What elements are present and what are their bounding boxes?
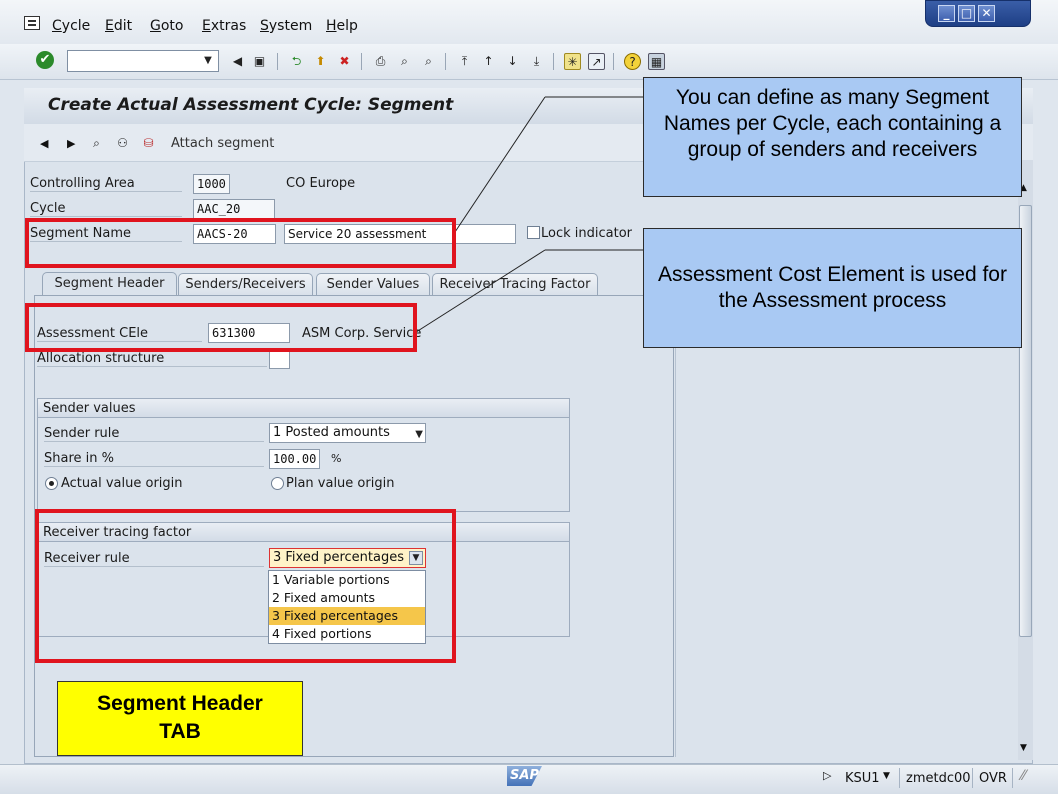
standard-toolbar: ✔ ▼ ◀ ▣ ⮌ ⬆ ✖ ⎙ ⌕ ⌕ ⤒ ↑ ↓ ⤓ ✳ ↗ ? ▦ (0, 44, 1058, 80)
status-transaction: KSU1 (845, 771, 880, 786)
tab-sender-values[interactable]: Sender Values (316, 273, 430, 295)
menu-goto[interactable]: Goto (150, 18, 183, 34)
toolbar-separator (361, 53, 362, 70)
segment-names-callout: You can define as many Segment Names per… (643, 77, 1022, 197)
sender-rule-value: 1 Posted amounts (273, 425, 390, 440)
tab-receiver-tracing-factor[interactable]: Receiver Tracing Factor (432, 273, 598, 295)
plan-value-origin-label: Plan value origin (286, 476, 395, 491)
binoculars-icon[interactable]: ⌕ (88, 135, 105, 151)
allocation-structure-field[interactable] (269, 349, 290, 369)
receiver-tracing-highlight (35, 509, 456, 663)
menu-edit[interactable]: Edit (105, 18, 132, 34)
toolbar-separator (277, 53, 278, 70)
menu-cycle[interactable]: Cycle (52, 18, 90, 34)
sender-values-title: Sender values (38, 399, 569, 418)
controlling-area-text: CO Europe (286, 176, 356, 191)
segment-header-tab-callout: Segment Header TAB (57, 681, 303, 756)
first-page-icon[interactable]: ⤒ (456, 53, 473, 70)
previous-segment-icon[interactable]: ◀ (40, 137, 48, 150)
plan-value-origin-radio[interactable] (271, 477, 284, 490)
attach-segment-button[interactable]: Attach segment (171, 136, 274, 151)
find-next-icon[interactable]: ⌕ (420, 53, 437, 70)
status-separator (899, 768, 900, 788)
find-icon[interactable]: ⌕ (396, 53, 413, 70)
page-title: Create Actual Assessment Cycle: Segment (48, 95, 454, 115)
controlling-area-field[interactable]: 1000 (193, 174, 230, 194)
menu-help[interactable]: Help (326, 18, 358, 34)
resize-grip-icon: ⁄⁄ (1021, 768, 1026, 784)
window-controls: _ □ ✕ (925, 0, 1031, 27)
back-arrow-icon[interactable]: ◀ (229, 53, 246, 70)
actual-value-origin-label: Actual value origin (61, 476, 183, 491)
segment-name-highlight (25, 218, 456, 268)
controlling-area-label: Controlling Area (30, 176, 182, 192)
next-segment-icon[interactable]: ▶ (67, 137, 75, 150)
sender-rule-dropdown[interactable]: 1 Posted amounts ▼ (269, 423, 426, 443)
scroll-down-icon[interactable]: ▼ (1020, 743, 1027, 753)
previous-page-icon[interactable]: ↑ (480, 53, 497, 70)
actual-value-origin-radio[interactable] (45, 477, 58, 490)
minimize-button[interactable]: _ (938, 5, 955, 22)
status-dropdown-icon[interactable]: ▼ (883, 771, 890, 781)
cycle-label: Cycle (30, 201, 182, 217)
sender-rule-label: Sender rule (44, 426, 264, 442)
tab-segment-header[interactable]: Segment Header (42, 272, 177, 296)
lock-indicator-checkbox[interactable] (527, 226, 540, 239)
share-unit: % (331, 452, 342, 465)
status-separator (1012, 768, 1013, 788)
print-icon[interactable]: ⎙ (372, 53, 389, 70)
cancel-icon[interactable]: ✖ (336, 53, 353, 70)
share-label: Share in % (44, 451, 264, 467)
status-server: zmetdc00 (906, 771, 971, 786)
allocation-structure-label: Allocation structure (37, 351, 267, 367)
command-field-dropdown-icon[interactable]: ▼ (198, 51, 218, 71)
close-button[interactable]: ✕ (978, 5, 995, 22)
toolbar-separator (613, 53, 614, 70)
status-separator (972, 768, 973, 788)
delete-segment-icon[interactable]: ⛁ (140, 135, 157, 151)
cost-element-callout: Assessment Cost Element is used for the … (643, 228, 1022, 348)
help-icon[interactable]: ? (624, 53, 641, 70)
last-page-icon[interactable]: ⤓ (528, 53, 545, 70)
toolbar-separator (553, 53, 554, 70)
lock-indicator-label: Lock indicator (541, 226, 632, 241)
layout-menu-icon[interactable]: ▦ (648, 53, 665, 70)
right-panel (675, 295, 1018, 757)
save-icon[interactable]: ▣ (251, 53, 268, 70)
status-mode: OVR (979, 771, 1007, 786)
back-icon[interactable]: ⮌ (288, 53, 305, 70)
menu-system[interactable]: System (260, 18, 312, 34)
new-session-icon[interactable]: ✳ (564, 53, 581, 70)
shortcut-icon[interactable]: ↗ (588, 53, 605, 70)
enter-check-icon[interactable]: ✔ (36, 51, 54, 69)
toolbar-separator (445, 53, 446, 70)
command-field[interactable] (67, 50, 219, 72)
status-expand-icon[interactable]: ▷ (823, 769, 831, 782)
share-field[interactable]: 100.00 (269, 449, 320, 469)
chevron-down-icon[interactable]: ▼ (415, 426, 423, 444)
system-menu-icon[interactable] (24, 16, 40, 30)
maximize-button[interactable]: □ (958, 5, 975, 22)
menu-extras[interactable]: Extras (202, 18, 246, 34)
overview-icon[interactable]: ⚇ (114, 135, 131, 151)
tab-senders-receivers[interactable]: Senders/Receivers (178, 273, 313, 295)
cost-element-highlight (25, 303, 417, 352)
menu-bar: Cycle Edit Goto Extras System Help _ □ ✕ (0, 0, 1058, 44)
exit-icon[interactable]: ⬆ (312, 53, 329, 70)
cycle-field[interactable]: AAC_20 (193, 199, 275, 219)
next-page-icon[interactable]: ↓ (504, 53, 521, 70)
